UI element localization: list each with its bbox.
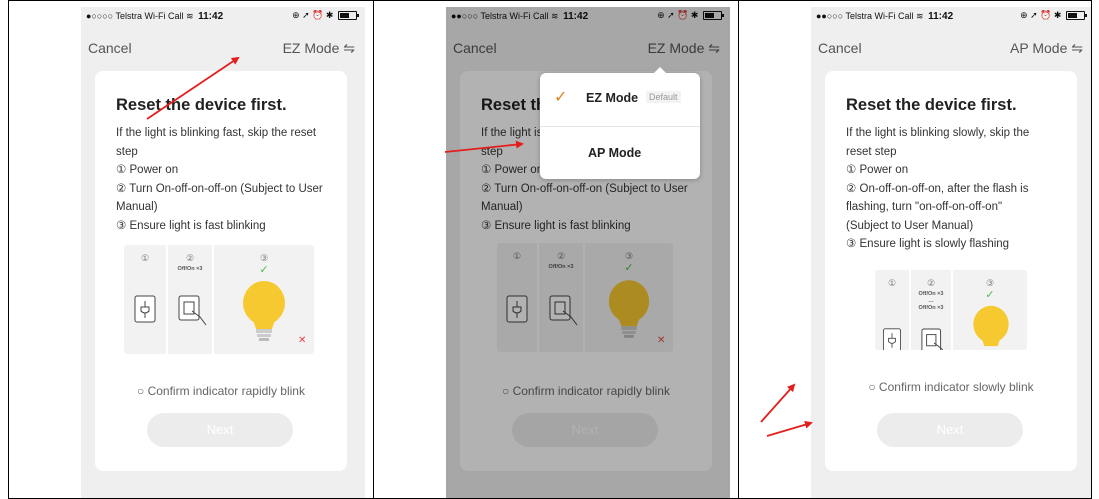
illus-offon-label: Off/On ×3 … Off/On ×3	[918, 291, 944, 311]
illus-num-1: ①	[140, 253, 150, 263]
illus-step-3: ③ ✓ ✕	[214, 245, 314, 354]
illus-step-3: ③ ✓	[953, 270, 1027, 350]
reset-card: Reset the device first. If the light is …	[825, 71, 1077, 471]
panel-3: ●●○○○ Telstra Wi-Fi Call ≋ 11:42 ⊕ ➚ ⏰ ✱…	[738, 0, 1092, 499]
ap-mode-label: AP Mode	[588, 146, 642, 160]
battery-icon	[338, 11, 359, 21]
step-3: ③ Ensure light is fast blinking	[116, 219, 266, 232]
carrier-label: ●●○○○ Telstra Wi-Fi Call	[816, 11, 914, 21]
check-icon: ✓	[259, 264, 269, 276]
mode-dropdown: ✓ EZ Mode Default AP Mode	[540, 67, 700, 179]
reset-illustration: ① ② Off/On ×3 … Off/On ×3 ③ ✓	[875, 270, 1027, 350]
wifi-icon: ≋	[916, 11, 924, 21]
step-3: ③ Ensure light is slowly flashing	[846, 238, 1010, 250]
mode-switch-button[interactable]: EZ Mode ⇋	[283, 40, 355, 57]
panel-1: ●○○○○ Telstra Wi-Fi Call ≋ 11:42 ⊕ ➚ ⏰ ✱…	[8, 0, 374, 499]
wifi-icon: ≋	[186, 11, 194, 21]
confirm-radio[interactable]: ○ Confirm indicator rapidly blink	[95, 384, 347, 398]
illus-step-2: ② Off/On ×3	[168, 245, 212, 354]
next-button[interactable]: Next	[877, 413, 1023, 447]
reset-illustration: ① ② Off/On ×3 ③ ✓ ✕	[124, 245, 314, 354]
next-button[interactable]: Next	[147, 413, 293, 447]
step-1: ① Power on	[846, 164, 909, 176]
step-2: ② On-off-on-off-on, after the flash is f…	[846, 182, 1029, 232]
switch-hand-icon	[921, 328, 944, 350]
illus-offon-label: Off/On ×3	[177, 266, 203, 272]
status-icon-group: ⊕ ➚ ⏰ ✱	[1020, 10, 1062, 20]
illus-num-1: ①	[887, 278, 897, 288]
check-icon: ✓	[554, 89, 568, 106]
switch-hand-icon	[178, 295, 207, 326]
illus-step-1: ①	[124, 245, 166, 354]
illus-step-1: ①	[875, 270, 909, 350]
status-icon-group: ⊕ ➚ ⏰ ✱	[292, 10, 334, 20]
clock: 11:42	[928, 11, 954, 22]
clock: 11:42	[198, 11, 224, 22]
mode-switch-button[interactable]: AP Mode ⇋	[1010, 40, 1083, 57]
page-title: Reset the device first.	[846, 96, 1017, 114]
cancel-button[interactable]: Cancel	[88, 40, 132, 56]
phone-screen: ●○○○○ Telstra Wi-Fi Call ≋ 11:42 ⊕ ➚ ⏰ ✱…	[81, 7, 365, 498]
status-bar: ●○○○○ Telstra Wi-Fi Call ≋ 11:42 ⊕ ➚ ⏰ ✱	[81, 7, 365, 27]
ez-mode-label: EZ Mode	[586, 91, 639, 105]
bulb-icon	[243, 281, 285, 341]
step-2: ② Turn On-off-on-off-on (Subject to User…	[116, 182, 323, 214]
step-1: ① Power on	[116, 164, 179, 176]
check-icon: ✓	[985, 289, 995, 301]
plug-icon	[883, 328, 901, 350]
status-icons: ⊕ ➚ ⏰ ✱	[1020, 10, 1087, 21]
cancel-button[interactable]: Cancel	[818, 40, 862, 56]
battery-icon	[1066, 11, 1087, 21]
reset-card: Reset the device first. If the light is …	[95, 71, 347, 471]
default-badge: Default	[646, 91, 681, 103]
illus-num-2: ②	[185, 253, 195, 263]
cross-icon: ✕	[298, 335, 307, 346]
panel-2: ●●○○○ Telstra Wi-Fi Call ≋ 11:42 ⊕ ➚ ⏰ ✱…	[373, 0, 739, 499]
status-carrier: ●●○○○ Telstra Wi-Fi Call ≋ 11:42	[816, 11, 953, 22]
instructions: If the light is blinking fast, skip the …	[116, 124, 336, 235]
dropdown-item-ez-mode[interactable]: ✓ EZ Mode Default	[540, 73, 700, 125]
bulb-icon	[973, 305, 1009, 347]
intro-text: If the light is blinking fast, skip the …	[116, 127, 317, 158]
intro-text: If the light is blinking slowly, skip th…	[846, 127, 1030, 158]
illus-step-2: ② Off/On ×3 … Off/On ×3	[911, 270, 951, 350]
carrier-label: ●○○○○ Telstra Wi-Fi Call	[86, 11, 184, 21]
page-title: Reset the device first.	[116, 96, 287, 114]
plug-icon	[134, 295, 156, 323]
dropdown-item-ap-mode[interactable]: AP Mode	[540, 127, 700, 179]
illus-num-2: ②	[926, 278, 936, 288]
instructions: If the light is blinking slowly, skip th…	[846, 124, 1046, 254]
phone-screen: ●●○○○ Telstra Wi-Fi Call ≋ 11:42 ⊕ ➚ ⏰ ✱…	[811, 7, 1091, 498]
status-bar: ●●○○○ Telstra Wi-Fi Call ≋ 11:42 ⊕ ➚ ⏰ ✱	[811, 7, 1091, 27]
phone-screen: ●●○○○ Telstra Wi-Fi Call ≋ 11:42 ⊕ ➚ ⏰ ✱…	[446, 7, 730, 498]
confirm-radio[interactable]: ○ Confirm indicator slowly blink	[825, 380, 1077, 394]
status-carrier: ●○○○○ Telstra Wi-Fi Call ≋ 11:42	[86, 11, 223, 22]
status-icons: ⊕ ➚ ⏰ ✱	[292, 10, 359, 21]
